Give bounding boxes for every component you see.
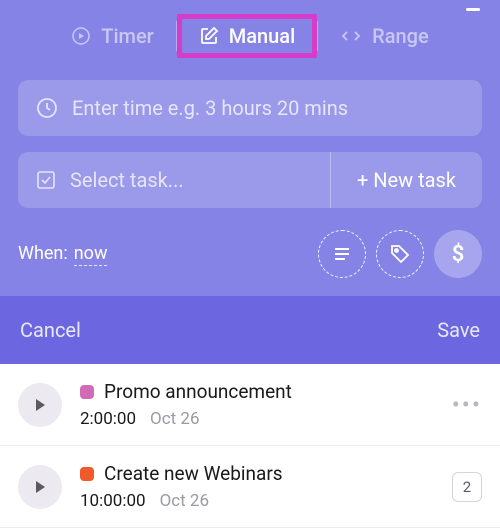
entry-date: Oct 26 xyxy=(160,491,209,511)
play-icon xyxy=(33,398,47,412)
entry-more-button[interactable]: ••• xyxy=(452,391,482,419)
mode-tabs: Timer Manual Range xyxy=(18,14,482,58)
entry-date: Oct 26 xyxy=(150,409,199,429)
tab-manual-label: Manual xyxy=(229,24,295,48)
tab-range[interactable]: Range xyxy=(318,14,451,58)
entry-title: Promo announcement xyxy=(104,380,292,403)
tab-timer-label: Timer xyxy=(101,24,154,48)
edit-square-icon xyxy=(199,26,219,46)
play-button[interactable] xyxy=(18,465,62,509)
when-label: When: xyxy=(18,243,68,266)
save-button[interactable]: Save xyxy=(437,318,480,342)
task-select-placeholder: Select task... xyxy=(70,168,184,192)
play-button[interactable] xyxy=(18,383,62,427)
range-arrows-icon xyxy=(340,26,362,46)
entry-duration: 10:00:00 xyxy=(80,491,146,511)
tab-timer[interactable]: Timer xyxy=(49,14,176,58)
tab-manual[interactable]: Manual xyxy=(177,14,317,58)
minimize-button[interactable] xyxy=(466,8,480,11)
when-selector[interactable]: When: now xyxy=(18,243,107,266)
description-button[interactable] xyxy=(318,230,366,278)
tag-icon xyxy=(389,243,411,265)
play-icon xyxy=(33,480,47,494)
action-bar: Cancel Save xyxy=(0,296,500,364)
billable-button[interactable]: $ xyxy=(434,230,482,278)
new-task-label: + New task xyxy=(357,168,456,192)
tab-range-label: Range xyxy=(372,24,429,48)
dollar-icon: $ xyxy=(452,242,465,267)
when-value: now xyxy=(74,243,108,266)
new-task-button[interactable]: + New task xyxy=(330,152,482,208)
entry-count-badge[interactable]: 2 xyxy=(452,472,482,502)
time-entries-list: Promo announcement 2:00:00 Oct 26 ••• Cr… xyxy=(0,364,500,528)
play-circle-icon xyxy=(71,26,91,46)
entry-title: Create new Webinars xyxy=(104,462,283,485)
time-input-placeholder: Enter time e.g. 3 hours 20 mins xyxy=(72,96,348,120)
project-color-dot xyxy=(80,467,94,481)
cancel-button[interactable]: Cancel xyxy=(20,318,81,342)
project-color-dot xyxy=(80,385,94,399)
time-input[interactable]: Enter time e.g. 3 hours 20 mins xyxy=(18,80,482,136)
time-entry: Create new Webinars 10:00:00 Oct 26 2 xyxy=(0,446,500,528)
lines-icon xyxy=(331,243,353,265)
tag-button[interactable] xyxy=(376,230,424,278)
entry-duration: 2:00:00 xyxy=(80,409,136,429)
clock-icon xyxy=(36,97,58,119)
task-select[interactable]: Select task... xyxy=(18,152,330,208)
task-row: Select task... + New task xyxy=(18,152,482,208)
checkbox-icon xyxy=(36,170,56,190)
time-entry: Promo announcement 2:00:00 Oct 26 ••• xyxy=(0,364,500,446)
